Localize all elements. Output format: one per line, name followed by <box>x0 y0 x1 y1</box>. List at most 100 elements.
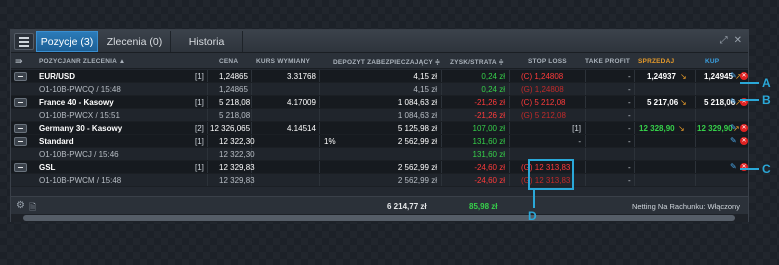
col-margin[interactable]: DEPOZYT ZABEZPIECZAJĄCY ≑ <box>333 58 440 66</box>
table-subrow[interactable]: O1-10B-PWCX / 15:51 5 218,08 1 084,63 zł -2… <box>11 109 748 122</box>
stop-loss-cell[interactable]: (C) 1,24808 <box>521 72 563 81</box>
sell-price[interactable]: 12 328,90 <box>639 124 675 133</box>
instrument-name: EUR/USD <box>39 72 76 81</box>
edit-pencil-icon[interactable]: ✎ <box>730 72 738 80</box>
buy-price[interactable]: 12 329,90 <box>697 124 733 133</box>
table-row[interactable]: GSL [1] 12 329,83 2 562,99 zł -24,60 zł (G) 1… <box>11 161 748 174</box>
table-subrow[interactable]: O1-10B-PWCM / 15:48 12 329,83 2 562,99 zł -… <box>11 174 748 187</box>
tab-orders[interactable]: Zlecenia (0) <box>99 31 171 52</box>
col-stop-loss[interactable]: STOP LOSS <box>528 58 567 65</box>
col-position[interactable]: POZYCJANR ZLECENIA ▲ <box>39 58 125 65</box>
collapse-toggle-icon[interactable] <box>14 163 27 172</box>
column-divider <box>509 122 510 134</box>
take-profit-cell[interactable]: - <box>628 98 631 107</box>
margin-cell: 4,15 zł <box>413 85 437 94</box>
callout-b-label: B <box>762 93 771 107</box>
settings-gear-icon[interactable]: ⚙ <box>16 200 25 211</box>
sell-price[interactable]: 1,24937 <box>647 72 676 81</box>
sell-trend-arrow-icon: ↘ <box>680 72 687 81</box>
column-divider <box>634 161 635 173</box>
column-divider <box>319 161 320 173</box>
stop-loss-cell[interactable]: (C) 5 212,08 <box>521 98 565 107</box>
table-row[interactable]: Germany 30 - Kasowy [2] 12 326,065 4.14514 5… <box>11 122 748 135</box>
horizontal-scrollbar[interactable] <box>11 214 748 222</box>
take-profit-cell[interactable]: - <box>628 176 631 185</box>
table-subrow[interactable]: O1-10B-PWCQ / 15:48 1,24865 4,15 zł 0,24 zł… <box>11 83 748 96</box>
collapse-toggle-icon[interactable] <box>14 98 27 107</box>
table-footer: ⚙ 🗎 6 214,77 zł 85,98 zł Netting Na Rach… <box>11 196 748 214</box>
column-divider <box>251 70 252 82</box>
scrollbar-thumb[interactable] <box>23 215 735 221</box>
table-row[interactable]: EUR/USD [1] 1,24865 3.31768 4,15 zł 0,24 zł (C… <box>11 70 748 83</box>
position-count: [1] <box>195 163 204 172</box>
collapse-toggle-icon[interactable] <box>14 72 27 81</box>
table-row[interactable]: France 40 - Kasowy [1] 5 218,08 4.17009 1 08… <box>11 96 748 109</box>
expand-icon[interactable]: ⤢ <box>720 35 728 46</box>
price-cell: 12 329,83 <box>219 176 255 185</box>
col-buy[interactable]: KUP <box>705 58 719 65</box>
column-divider <box>634 122 635 134</box>
sell-price[interactable]: 5 217,06 <box>647 98 678 107</box>
stop-loss-cell[interactable]: (G) 5 212,08 <box>521 111 566 120</box>
edit-pencil-icon[interactable]: ✎ <box>730 98 738 106</box>
table-header: ⇛ POZYCJANR ZLECENIA ▲ CENA KURS WYMIANY… <box>11 53 748 69</box>
column-divider <box>441 174 442 186</box>
collapse-all-icon[interactable]: ⇛ <box>15 56 23 67</box>
column-divider <box>585 174 586 186</box>
stop-loss-cell[interactable]: (G) 1,24808 <box>521 85 564 94</box>
column-divider <box>207 83 208 95</box>
col-sell[interactable]: SPRZEDAJ <box>638 58 674 65</box>
price-cell: 12 322,30 <box>219 137 255 146</box>
callout-a-label: A <box>762 76 771 90</box>
collapse-toggle-icon[interactable] <box>14 137 27 146</box>
edit-pencil-icon[interactable]: ✎ <box>730 137 738 145</box>
tab-positions[interactable]: Pozycje (3) <box>36 31 98 52</box>
instrument-name: GSL <box>39 163 56 172</box>
pnl-cell: -24,60 zł <box>474 176 505 185</box>
close-icon[interactable]: ✕ <box>734 35 742 46</box>
col-take-profit[interactable]: TAKE PROFIT <box>585 58 630 65</box>
table-row[interactable]: Standard [1] 12 322,30 1% 2 562,99 zł 131,60 … <box>11 135 748 148</box>
take-profit-cell[interactable]: - <box>628 85 631 94</box>
stop-loss-cell[interactable]: [1] <box>572 124 581 133</box>
column-divider <box>695 161 696 173</box>
take-profit-cell[interactable]: - <box>628 111 631 120</box>
margin-cell: 1 084,63 zł <box>397 111 437 120</box>
tab-history[interactable]: Historia <box>171 31 243 52</box>
column-divider <box>251 83 252 95</box>
column-divider <box>319 70 320 82</box>
col-pnl[interactable]: ZYSK/STRATA ≑ <box>450 58 504 66</box>
table-subrow[interactable]: O1-10B-PWCJ / 15:46 12 322,30 131,60 zł <box>11 148 748 161</box>
positions-panel: Pozycje (3) Zlecenia (0) Historia ⤢ ✕ ⇛ … <box>10 29 749 222</box>
stop-loss-cell[interactable]: - <box>578 137 581 146</box>
take-profit-cell[interactable]: - <box>628 72 631 81</box>
column-divider <box>585 83 586 95</box>
col-rate[interactable]: KURS WYMIANY <box>256 58 310 65</box>
column-divider <box>441 122 442 134</box>
buy-price[interactable]: 1,24945 <box>704 72 733 81</box>
collapse-toggle-icon[interactable] <box>14 124 27 133</box>
instrument-name: O1-10B-PWCX / 15:51 <box>39 111 120 120</box>
close-position-icon[interactable]: ✕ <box>740 137 748 145</box>
netting-status: Netting Na Rachunku: Włączony <box>632 202 740 211</box>
hamburger-menu-icon[interactable] <box>14 33 34 50</box>
column-divider <box>585 135 586 147</box>
instrument-name: Standard <box>39 137 74 146</box>
callout-a-line <box>740 82 759 84</box>
edit-pencil-icon[interactable]: ✎ <box>730 163 738 171</box>
pnl-cell: -21,26 zł <box>474 98 505 107</box>
column-divider <box>695 96 696 108</box>
pnl-cell: -24,60 zł <box>474 163 505 172</box>
col-price[interactable]: CENA <box>219 58 238 65</box>
take-profit-cell[interactable]: - <box>628 137 631 146</box>
take-profit-cell[interactable]: - <box>628 163 631 172</box>
column-divider <box>509 135 510 147</box>
close-position-icon[interactable]: ✕ <box>740 72 748 80</box>
rate-cell: 3.31768 <box>287 72 316 81</box>
close-position-icon[interactable]: ✕ <box>740 124 748 132</box>
column-divider <box>585 109 586 121</box>
column-divider <box>319 83 320 95</box>
position-count: [1] <box>195 72 204 81</box>
edit-pencil-icon[interactable]: ✎ <box>730 124 738 132</box>
take-profit-cell[interactable]: - <box>628 124 631 133</box>
